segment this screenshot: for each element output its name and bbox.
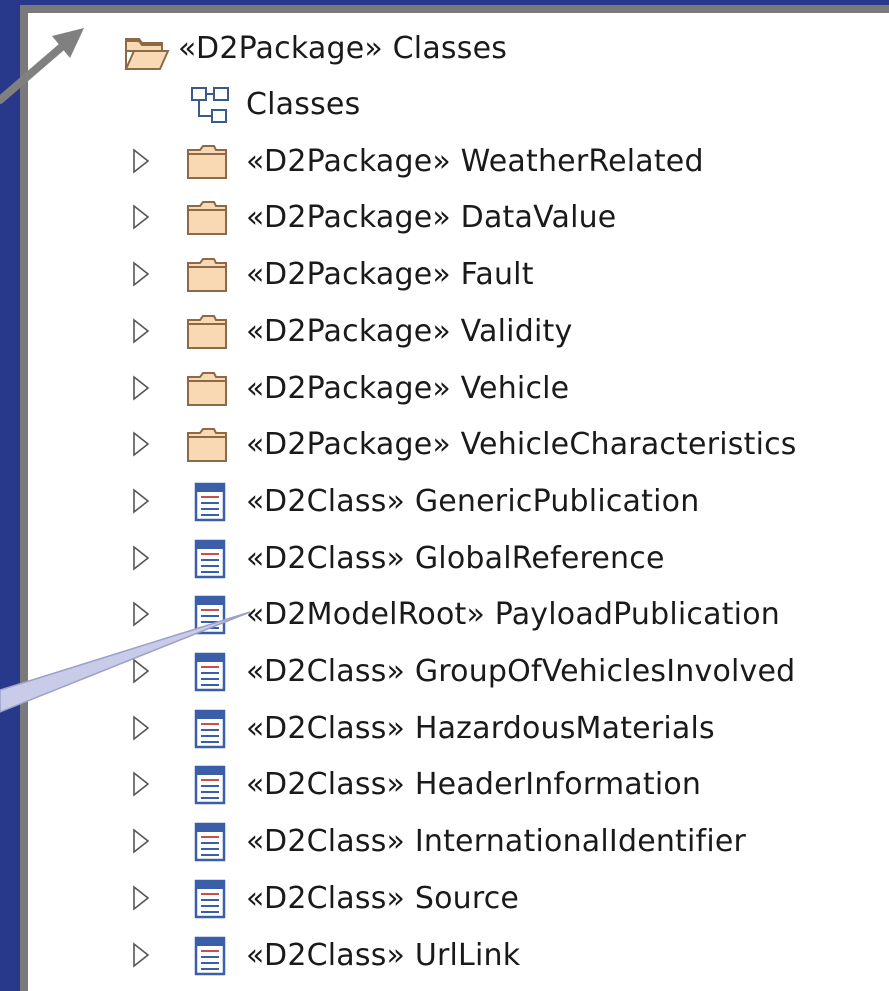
tree-item[interactable]: «D2Class» HazardousMaterials (28, 705, 889, 761)
tree-item-label: «D2Package» VehicleCharacteristics (246, 427, 797, 462)
class-icon (194, 879, 228, 923)
expand-arrow-icon[interactable] (130, 373, 152, 403)
class-diagram-icon (190, 85, 230, 129)
tree-item[interactable]: «D2Package» Validity (28, 308, 889, 364)
tree-root-label: «D2Package» Classes (178, 31, 508, 66)
package-folder-icon (186, 369, 230, 413)
tree-item[interactable]: «D2Package» WeatherRelated (28, 138, 889, 194)
class-icon (194, 936, 228, 980)
tree-item-label: «D2Package» DataValue (246, 200, 617, 235)
class-icon (194, 822, 228, 866)
expand-arrow-icon[interactable] (130, 202, 152, 232)
class-icon (194, 709, 228, 753)
tree-item-label: «D2Class» UrlLink (246, 938, 521, 973)
package-folder-icon (186, 142, 230, 186)
screenshot-stage: «D2Package» Classes Classes «D2Package» W… (0, 0, 889, 991)
expand-arrow-icon[interactable] (130, 486, 152, 516)
tree-item-label: «D2Package» Fault (246, 257, 534, 292)
expand-arrow-icon[interactable] (130, 940, 152, 970)
tree-item-label: «D2Class» HazardousMaterials (246, 711, 715, 746)
expand-arrow-icon[interactable] (130, 316, 152, 346)
expand-arrow-icon[interactable] (130, 713, 152, 743)
package-folder-icon (186, 198, 230, 242)
tree-item[interactable]: «D2Package» Vehicle (28, 365, 889, 421)
class-icon (194, 539, 228, 583)
tree-root-row[interactable]: «D2Package» Classes (28, 23, 889, 79)
expand-arrow-icon[interactable] (130, 769, 152, 799)
tree-item-label: «D2Class» Source (246, 881, 520, 916)
expand-arrow-icon[interactable] (130, 656, 152, 686)
class-icon (194, 482, 228, 526)
tree-item[interactable]: «D2Class» UrlLink (28, 932, 889, 988)
tree-item-label: Classes (246, 87, 361, 122)
tree-item-label: «D2Class» GroupOfVehiclesInvolved (246, 654, 796, 689)
tree-item-label: «D2Class» GenericPublication (246, 484, 700, 519)
expand-arrow-icon[interactable] (130, 259, 152, 289)
tree-item-label: «D2Class» HeaderInformation (246, 767, 702, 802)
expand-arrow-icon[interactable] (130, 146, 152, 176)
class-icon (194, 765, 228, 809)
tree-item-label: «D2ModelRoot» PayloadPublication (246, 597, 780, 632)
tree-item[interactable]: «D2Class» GroupOfVehiclesInvolved (28, 648, 889, 704)
expand-arrow-icon[interactable] (130, 543, 152, 573)
expand-arrow-icon[interactable] (130, 599, 152, 629)
tree-item[interactable]: «D2Class» HeaderInformation (28, 761, 889, 817)
expand-arrow-icon[interactable] (130, 883, 152, 913)
class-icon (194, 595, 228, 639)
tree-item[interactable]: «D2Class» GlobalReference (28, 535, 889, 591)
tree-item-label: «D2Class» InternationalIdentifier (246, 824, 747, 859)
open-folder-icon (124, 33, 170, 77)
tree-item[interactable]: «D2Class» InternationalIdentifier (28, 818, 889, 874)
tree-item[interactable]: «D2ModelRoot» PayloadPublication (28, 591, 889, 647)
tree-item[interactable]: «D2Package» DataValue (28, 194, 889, 250)
package-folder-icon (186, 312, 230, 356)
tree-item-label: «D2Package» Validity (246, 314, 573, 349)
expand-arrow-icon[interactable] (130, 429, 152, 459)
tree-item[interactable]: «D2Class» Source (28, 875, 889, 931)
expand-arrow-icon[interactable] (130, 826, 152, 856)
tree-item[interactable]: Classes (28, 81, 889, 137)
tree-item-label: «D2Package» WeatherRelated (246, 144, 704, 179)
tree-item[interactable]: «D2Class» GenericPublication (28, 478, 889, 534)
tree-item[interactable]: «D2Package» VehicleCharacteristics (28, 421, 889, 477)
package-folder-icon (186, 425, 230, 469)
project-browser-panel: «D2Package» Classes Classes «D2Package» W… (20, 5, 889, 991)
class-icon (194, 652, 228, 696)
package-folder-icon (186, 255, 230, 299)
tree-item-label: «D2Class» GlobalReference (246, 541, 665, 576)
tree-item[interactable]: «D2Package» Fault (28, 251, 889, 307)
tree-item-label: «D2Package» Vehicle (246, 371, 570, 406)
